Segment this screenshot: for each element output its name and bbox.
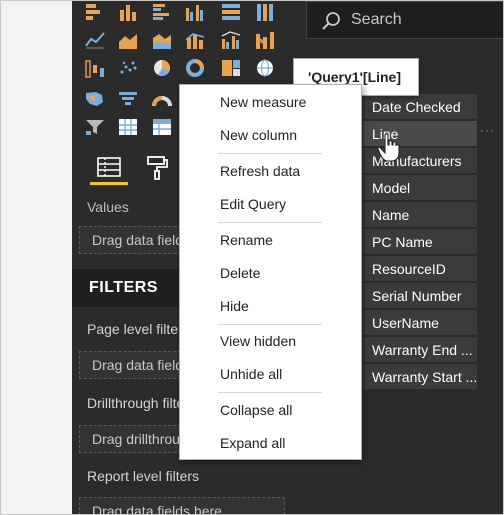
values-label: Values	[87, 199, 129, 215]
scatter-chart-icon[interactable]	[116, 57, 140, 79]
menu-item-view-hidden[interactable]: View hidden	[220, 333, 296, 349]
paint-roller-icon	[147, 156, 168, 180]
screenshot-frame: Search Values Drag data fields here FILT…	[0, 0, 504, 515]
clustered-bar-chart-icon[interactable]	[150, 1, 174, 23]
pie-chart-icon[interactable]	[150, 57, 174, 79]
search-placeholder: Search	[351, 11, 402, 28]
filled-map-icon[interactable]	[83, 88, 107, 110]
gauge-icon[interactable]	[150, 88, 174, 110]
funnel-chart-icon[interactable]	[116, 88, 140, 110]
donut-chart-icon[interactable]	[183, 57, 207, 79]
map-icon[interactable]	[253, 57, 277, 79]
filters-title: FILTERS	[89, 279, 158, 296]
matrix-icon[interactable]	[150, 116, 174, 138]
menu-item-collapse-all[interactable]: Collapse all	[220, 402, 292, 418]
stacked-area-chart-icon[interactable]	[150, 29, 174, 51]
field-item[interactable]: Name	[363, 202, 477, 227]
ribbon-chart-icon[interactable]	[253, 29, 277, 51]
field-item[interactable]: Warranty Start ...	[363, 364, 477, 389]
menu-separator	[218, 392, 322, 393]
menu-separator	[218, 324, 322, 325]
report-filters-drop-well[interactable]: Drag data fields here	[79, 497, 285, 514]
tab-fields[interactable]	[90, 151, 128, 185]
100-percent-bar-chart-icon[interactable]	[219, 1, 243, 23]
table-icon[interactable]	[116, 116, 140, 138]
line-chart-icon[interactable]	[83, 29, 107, 51]
menu-item-new-column[interactable]: New column	[220, 127, 297, 143]
field-item[interactable]: PC Name	[363, 229, 477, 254]
page-level-filters-label: Page level filters	[87, 321, 190, 337]
search-icon	[322, 12, 340, 30]
field-item[interactable]: Warranty End ...	[363, 337, 477, 362]
menu-item-hide[interactable]: Hide	[220, 298, 249, 314]
field-item[interactable]: Serial Number	[363, 283, 477, 308]
hand-cursor-icon	[377, 133, 400, 162]
field-item[interactable]: UserName	[363, 310, 477, 335]
fields-search-box[interactable]: Search	[306, 1, 503, 39]
report-level-filters-label: Report level filters	[87, 468, 200, 484]
menu-item-expand-all[interactable]: Expand all	[220, 435, 285, 451]
stacked-bar-chart-icon[interactable]	[83, 1, 107, 23]
treemap-icon[interactable]	[219, 57, 243, 79]
field-item[interactable]: Date Checked	[363, 94, 477, 119]
menu-item-refresh-data[interactable]: Refresh data	[220, 163, 300, 179]
more-options-icon[interactable]: ···	[480, 123, 495, 137]
menu-item-new-measure[interactable]: New measure	[220, 94, 306, 110]
100-percent-column-chart-icon[interactable]	[253, 1, 277, 23]
stacked-column-chart-icon[interactable]	[116, 1, 140, 23]
slicer-icon[interactable]	[83, 116, 107, 138]
clustered-column-chart-icon[interactable]	[183, 1, 207, 23]
tab-format[interactable]	[138, 151, 176, 185]
field-item[interactable]: ResourceID	[363, 256, 477, 281]
menu-item-rename[interactable]: Rename	[220, 232, 273, 248]
tooltip-text: 'Query1'[Line]	[308, 69, 402, 85]
context-menu: New measure New column Refresh data Edit…	[179, 84, 362, 460]
line-and-clustered-column-icon[interactable]	[219, 29, 243, 51]
menu-item-unhide-all[interactable]: Unhide all	[220, 366, 282, 382]
area-chart-icon[interactable]	[116, 29, 140, 51]
field-item[interactable]: Model	[363, 175, 477, 200]
waterfall-chart-icon[interactable]	[83, 57, 107, 79]
menu-separator	[218, 153, 322, 154]
menu-separator	[218, 222, 322, 223]
menu-item-delete[interactable]: Delete	[220, 265, 260, 281]
menu-item-edit-query[interactable]: Edit Query	[220, 196, 286, 212]
line-and-stacked-column-icon[interactable]	[183, 29, 207, 51]
fields-icon	[97, 156, 121, 177]
